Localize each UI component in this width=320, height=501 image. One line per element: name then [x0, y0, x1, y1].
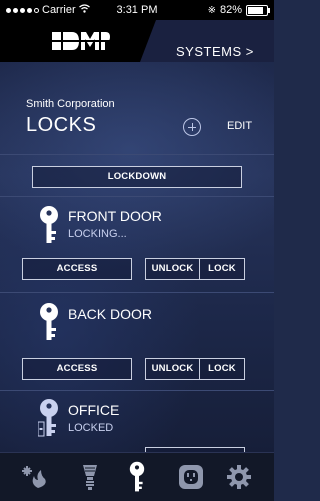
battery-group: ※ 82%: [207, 4, 270, 16]
access-button[interactable]: ACCESS: [22, 358, 132, 380]
app-screen: Carrier 3:31 PM ※ 82% SYSTEMS > Smith Co…: [0, 0, 274, 501]
light-bulb-icon[interactable]: [73, 459, 107, 495]
divider: [0, 292, 274, 293]
dmp-logo: [52, 32, 110, 50]
outlet-icon[interactable]: [174, 459, 208, 495]
key-icon[interactable]: [120, 459, 154, 495]
lock-name: FRONT DOOR: [68, 208, 162, 224]
add-lock-button[interactable]: [183, 118, 201, 136]
bluetooth-icon: ※: [207, 4, 216, 16]
lock-name: BACK DOOR: [68, 306, 153, 322]
battery-icon: [246, 4, 270, 16]
lock-button[interactable]: LOCK: [199, 358, 245, 380]
systems-button[interactable]: SYSTEMS >: [176, 44, 254, 59]
lock-name: OFFICE: [68, 402, 120, 418]
status-bar: Carrier 3:31 PM ※ 82%: [0, 0, 274, 20]
page-title: LOCKS: [26, 114, 97, 136]
battery-percent: 82%: [219, 4, 242, 16]
lock-status: LOCKED: [68, 422, 114, 434]
unlock-button[interactable]: UNLOCK: [145, 358, 200, 380]
key-icon: [38, 399, 58, 437]
divider: [0, 390, 274, 391]
edit-button[interactable]: EDIT: [227, 120, 252, 132]
lock-status: LOCKING...: [68, 228, 127, 240]
gear-icon[interactable]: [222, 459, 256, 495]
lock-button[interactable]: LOCK: [199, 258, 245, 280]
access-button[interactable]: ACCESS: [22, 258, 132, 280]
key-icon: [40, 303, 58, 340]
lockdown-button[interactable]: LOCKDOWN: [32, 166, 242, 188]
fire-icon[interactable]: [18, 459, 52, 495]
key-icon: [40, 206, 58, 243]
divider: [0, 154, 274, 155]
divider: [0, 196, 274, 197]
unlock-button[interactable]: UNLOCK: [145, 258, 200, 280]
bottom-nav: [0, 452, 274, 501]
company-name: Smith Corporation: [26, 98, 115, 110]
